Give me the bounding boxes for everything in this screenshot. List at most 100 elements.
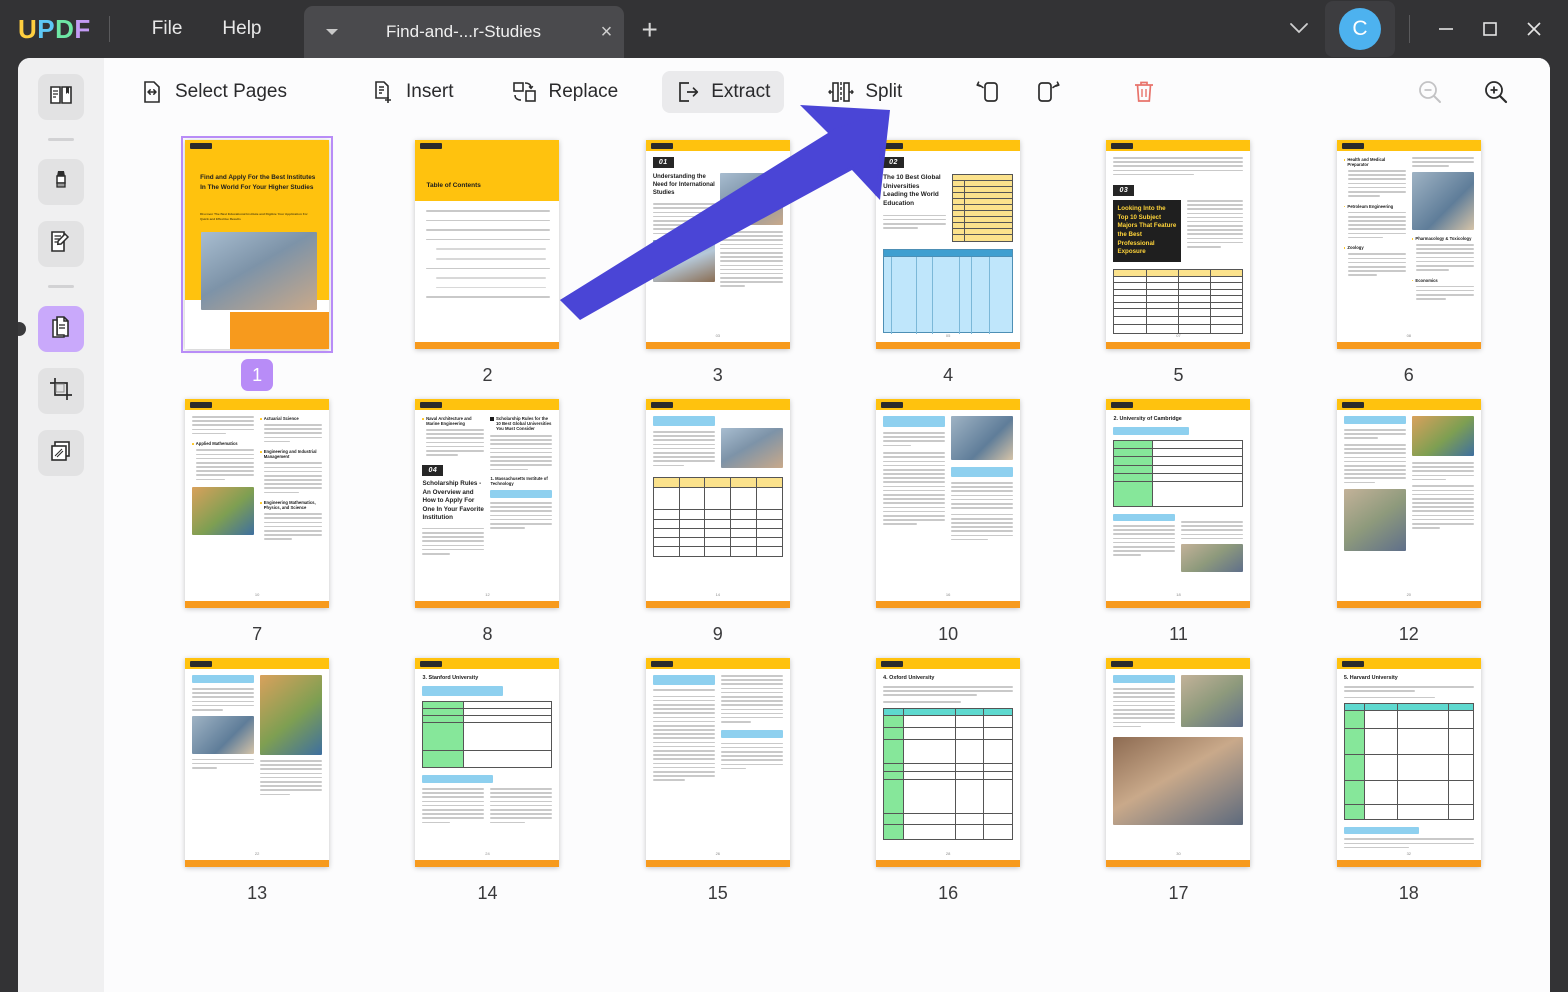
page-thumbnail-18[interactable]: 5. Harvard University 32 — [1336, 658, 1481, 867]
sidebar-collapse-handle[interactable] — [18, 322, 26, 336]
chevron-down-icon[interactable] — [1273, 9, 1325, 49]
page-cell[interactable]: 03 Looking Into the Top 10 Subject Major… — [1077, 140, 1279, 391]
menu-help[interactable]: Help — [202, 12, 281, 46]
rotate-left-button[interactable] — [964, 70, 1012, 114]
page-number-9: 9 — [712, 623, 723, 644]
sidebar-item-organize-pages[interactable] — [38, 306, 84, 352]
page-thumbnail-5[interactable]: 03 Looking Into the Top 10 Subject Major… — [1106, 140, 1251, 349]
extract-button[interactable]: Extract — [662, 71, 785, 113]
sidebar-item-batch-process[interactable] — [38, 430, 84, 476]
sidebar-item-reader-mode[interactable] — [38, 74, 84, 120]
page-thumbnail-14[interactable]: 3. Stanford University 24 — [415, 658, 560, 867]
cover-subtitle: Discover The Best Educational Institute … — [200, 212, 308, 221]
page-number-2: 2 — [482, 364, 493, 385]
select-pages-button[interactable]: Select Pages — [126, 71, 301, 113]
page6-heading-3: Zoology — [1347, 245, 1364, 251]
zoom-out-button[interactable] — [1406, 70, 1454, 114]
page-thumbnail-4[interactable]: 02 The 10 Best Global Universities Leadi… — [876, 140, 1021, 349]
toc-list — [426, 210, 551, 301]
cover-photo — [201, 232, 318, 310]
page-number-14: 14 — [477, 882, 498, 903]
page-thumbnail-10[interactable]: 16 — [876, 399, 1021, 608]
page6-heading-1: Health and Medical Preparator — [1347, 157, 1386, 167]
select-pages-icon — [140, 80, 164, 104]
page-number-3: 3 — [712, 364, 723, 385]
page-number-12: 12 — [1398, 623, 1419, 644]
replace-label: Replace — [548, 81, 619, 102]
page-cell[interactable]: 26 15 — [617, 658, 819, 909]
sidebar-item-crop-pages[interactable] — [38, 368, 84, 414]
page-cell[interactable]: 02 The 10 Best Global Universities Leadi… — [847, 140, 1049, 391]
page-thumbnail-3[interactable]: 01 Understanding the Need for Internatio… — [645, 140, 790, 349]
page-cell[interactable]: 16 10 — [847, 399, 1049, 650]
page-cell[interactable]: 01 Understanding the Need for Internatio… — [617, 140, 819, 391]
page-thumbnail-8[interactable]: Naval Architecture and Marine Engineerin… — [415, 399, 560, 608]
page6-heading-4: Pharmacology & Toxicology — [1415, 235, 1472, 241]
toc-title: Table of Contents — [426, 182, 481, 189]
pages-icon — [48, 314, 74, 345]
page-cell[interactable]: Find and Apply For the Best Institutes I… — [156, 136, 358, 391]
logo-letter-u: U — [18, 13, 38, 44]
document-tab[interactable]: Find-and-...r-Studies × — [303, 6, 624, 58]
page-cell[interactable]: 2. University of Cambridge 18 11 — [1077, 399, 1279, 650]
page-cell[interactable]: Health and Medical Preparator Petroleum … — [1308, 140, 1510, 391]
menu-file[interactable]: File — [132, 12, 203, 46]
page-thumbnail-7[interactable]: Applied Mathematics Actuarial Science En… — [185, 399, 330, 608]
tab-title: Find-and-...r-Studies — [386, 22, 541, 41]
page-thumbnail-9[interactable]: 14 — [645, 399, 790, 608]
page-thumbnail-11[interactable]: 2. University of Cambridge 18 — [1106, 399, 1251, 608]
close-button[interactable] — [1512, 7, 1556, 51]
page-cell[interactable]: 3. Stanford University 24 14 — [386, 658, 588, 909]
page-cell[interactable]: 20 12 — [1308, 399, 1510, 650]
insert-button[interactable]: Insert — [357, 71, 468, 113]
page-cell[interactable]: 4. Oxford University 28 16 — [847, 658, 1049, 909]
logo-letter-p: P — [37, 13, 56, 44]
page8-title: Scholarship Rules - An Overview and How … — [422, 480, 484, 522]
page18-title: 5. Harvard University — [1343, 675, 1398, 681]
page-cell[interactable]: Applied Mathematics Actuarial Science En… — [156, 399, 358, 650]
zoom-in-button[interactable] — [1472, 70, 1520, 114]
page3-title: Understanding the Need for International… — [652, 174, 715, 197]
page11-title: 2. University of Cambridge — [1113, 416, 1182, 422]
page-thumbnail-6[interactable]: Health and Medical Preparator Petroleum … — [1336, 140, 1481, 349]
minimize-button[interactable] — [1424, 7, 1468, 51]
zoom-controls — [1406, 70, 1528, 114]
page-cell[interactable]: 22 13 — [156, 658, 358, 909]
app-logo: UPDF — [18, 14, 91, 45]
rotate-right-button[interactable] — [1024, 70, 1072, 114]
replace-icon — [512, 80, 538, 104]
page-thumbnail-16[interactable]: 4. Oxford University 28 — [876, 658, 1021, 867]
page-cell[interactable]: 30 17 — [1077, 658, 1279, 909]
page-number-17: 17 — [1168, 882, 1189, 903]
page-thumbnail-1[interactable]: Find and Apply For the Best Institutes I… — [181, 136, 334, 353]
replace-button[interactable]: Replace — [498, 71, 633, 113]
page14-table — [422, 701, 553, 768]
page-number-7: 7 — [252, 623, 263, 644]
maximize-button[interactable] — [1468, 7, 1512, 51]
page-thumbnail-15[interactable]: 26 — [645, 658, 790, 867]
new-tab-button[interactable]: + — [642, 16, 658, 44]
page5-title: Looking Into the Top 10 Subject Majors T… — [1117, 204, 1177, 256]
tab-close-icon[interactable]: × — [590, 21, 624, 44]
account-button[interactable]: C — [1325, 1, 1395, 57]
page14-title: 3. Stanford University — [422, 675, 479, 681]
page-cell[interactable]: Table of Contents 2 — [386, 140, 588, 391]
crop-icon — [48, 376, 74, 407]
page18-table — [1343, 703, 1474, 821]
page-thumbnail-2[interactable]: Table of Contents — [415, 140, 560, 349]
tab-strip: Find-and-...r-Studies × + — [303, 0, 658, 58]
page-cell[interactable]: 5. Harvard University 32 18 — [1308, 658, 1510, 909]
select-pages-label: Select Pages — [175, 81, 287, 102]
sidebar-item-edit-pdf[interactable] — [38, 221, 84, 267]
split-button[interactable]: Split — [814, 71, 916, 113]
page-thumbnail-13[interactable]: 22 — [185, 658, 330, 867]
page-thumbnail-17[interactable]: 30 — [1106, 658, 1251, 867]
page-cell[interactable]: 14 9 — [617, 399, 819, 650]
page-number-8: 8 — [482, 623, 493, 644]
tab-caret-icon[interactable] — [325, 29, 338, 35]
page-cell[interactable]: Naval Architecture and Marine Engineerin… — [386, 399, 588, 650]
page-number-18: 18 — [1398, 882, 1419, 903]
page-thumbnail-12[interactable]: 20 — [1336, 399, 1481, 608]
sidebar-item-annotate-highlight[interactable] — [38, 159, 84, 205]
delete-pages-button[interactable] — [1120, 70, 1168, 114]
